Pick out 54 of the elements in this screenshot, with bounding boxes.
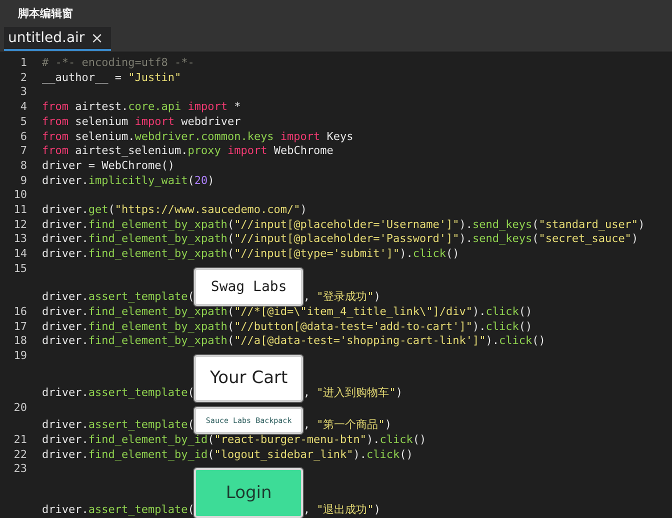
code-line: driver.find_element_by_id("logout_sidebar_link").click() [42, 448, 413, 462]
line-number: 15 [12, 262, 27, 276]
line-number: 2 [19, 70, 27, 86]
panel-title: 脚本编辑窗 [18, 6, 73, 21]
line-number: 23 [12, 462, 27, 478]
code-line: driver.find_element_by_id("react-burger-menu-btn").click() [42, 432, 426, 448]
code-line: driver.implicitly_wait(20) [42, 174, 214, 188]
line-number: 8 [19, 158, 27, 174]
code-line: driver.find_element_by_xpath("//input[@placeholder='Password']").send_keys("secret_sauce") [42, 232, 638, 248]
code-line: driver.find_element_by_xpath("//input[@type='submit']").click() [42, 247, 460, 262]
code-text: , "第一个商品") [303, 418, 392, 433]
code-text: driver.assert_template( [42, 502, 194, 518]
code-line: # -*- encoding=utf8 -*- [42, 56, 194, 71]
line-number: 6 [19, 130, 27, 144]
template-thumbnail: Swag Labs [194, 268, 304, 306]
code-line: from selenium import webdriver [42, 114, 241, 130]
file-tab[interactable]: untitled.air × [4, 27, 112, 51]
line-number: 12 [12, 218, 27, 232]
line-number: 13 [12, 232, 27, 248]
line-number: 7 [19, 144, 27, 159]
line-number: 10 [12, 188, 27, 203]
code-text: , "进入到购物车") [303, 386, 402, 401]
line-number: 1 [19, 56, 27, 71]
line-number: 18 [12, 334, 27, 349]
line-number: 21 [12, 432, 27, 448]
code-text: , "登录成功") [303, 290, 380, 305]
code-text: , "退出成功") [303, 502, 380, 518]
code-text: driver.assert_template( [42, 386, 194, 401]
code-text: driver.assert_template( [42, 290, 194, 305]
line-number: 20 [12, 400, 27, 416]
code-line: from airtest_selenium.proxy import WebChrome [42, 144, 334, 159]
close-icon[interactable]: × [90, 29, 104, 47]
code-line: driver = WebChrome() [42, 158, 174, 174]
line-number: 17 [12, 320, 27, 334]
line-number: 3 [19, 85, 27, 100]
code-line: driver.find_element_by_xpath("//button[@data-test='add-to-cart']").click() [42, 320, 532, 334]
line-number: 11 [12, 203, 27, 218]
code-line: driver.find_element_by_xpath("//input[@placeholder='Username']").send_keys("standard_user") [42, 218, 645, 232]
code-text: driver.assert_template( [42, 418, 194, 433]
line-number: 5 [19, 114, 27, 130]
code-line: driver.find_element_by_xpath("//*[@id=\"item_4_title_link\"]/div").click() [42, 304, 532, 320]
line-number: 19 [12, 348, 27, 364]
line-number: 14 [12, 247, 27, 262]
code-line: driver.get("https://www.saucedemo.com/") [42, 203, 307, 218]
template-thumbnail: Login [194, 468, 304, 518]
template-thumbnail: Your Cart [194, 354, 304, 402]
line-number: 9 [19, 174, 27, 188]
code-line: from airtest.core.api import * [42, 100, 241, 115]
line-number: 16 [12, 304, 27, 320]
code-line: __author__ = "Justin" [42, 70, 182, 86]
code-line: from selenium.webdriver.common.keys import Keys [42, 130, 354, 144]
line-number: 22 [12, 448, 27, 462]
line-number: 4 [19, 100, 27, 115]
code-line: driver.find_element_by_xpath("//a[@data-test='shopping-cart-link']").click() [42, 334, 546, 349]
